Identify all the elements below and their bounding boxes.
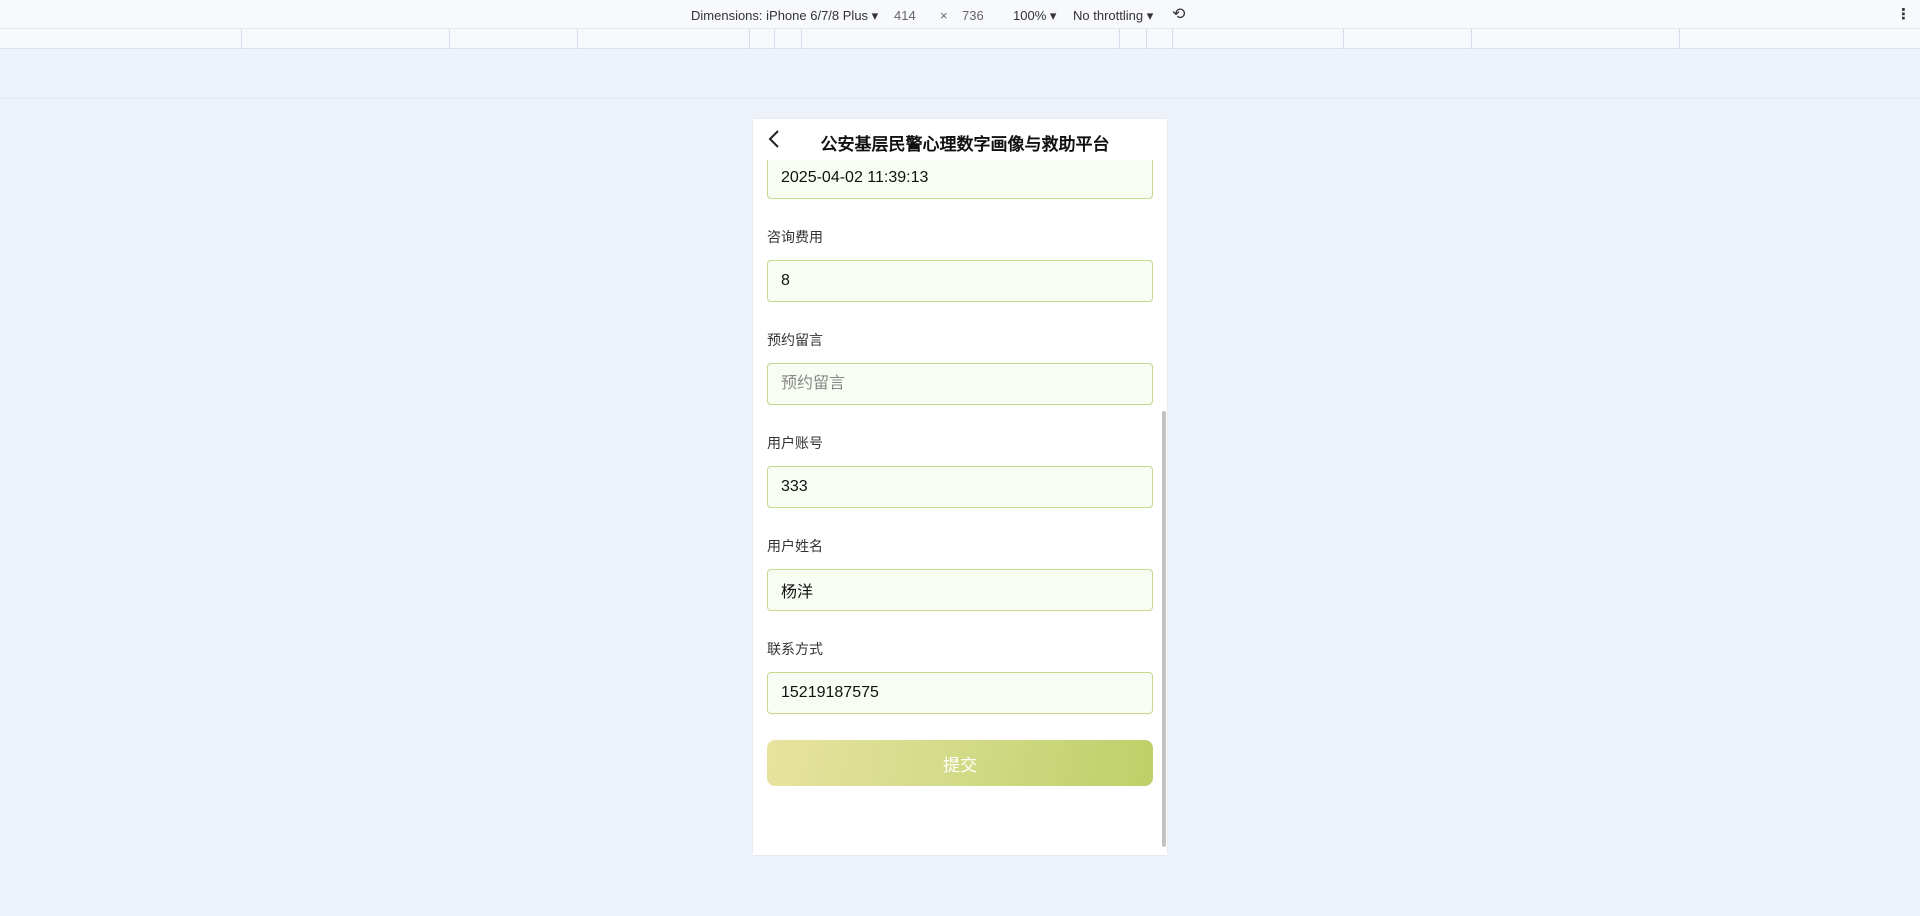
ruler-gutter — [0, 49, 1920, 99]
throttling-select[interactable]: No throttling ▾ — [1073, 8, 1153, 24]
more-vert-icon[interactable]: ⋮ — [1896, 5, 1911, 23]
field-label: 联系方式 — [767, 641, 823, 657]
devtools-device-toolbar: Dimensions: iPhone 6/7/8 Plus ▾ 414 × 73… — [0, 0, 1920, 29]
rotate-icon[interactable]: ⟲ — [1172, 4, 1185, 24]
user-name-field[interactable] — [767, 569, 1153, 611]
device-select[interactable]: Dimensions: iPhone 6/7/8 Plus ▾ — [691, 8, 878, 24]
field-label: 预约留言 — [767, 332, 823, 348]
field-label: 用户账号 — [767, 435, 823, 451]
width-input[interactable]: 414 — [894, 8, 916, 23]
times-sign: × — [940, 8, 948, 23]
user-account-field[interactable] — [767, 466, 1153, 508]
appointment-message-field[interactable] — [767, 363, 1153, 405]
media-query-ruler[interactable] — [0, 29, 1920, 49]
submit-button[interactable]: 提交 — [767, 740, 1153, 786]
appointment-time-field[interactable] — [767, 157, 1153, 199]
scrollbar-thumb[interactable] — [1162, 411, 1166, 847]
field-label: 用户姓名 — [767, 538, 823, 554]
height-input[interactable]: 736 — [962, 8, 984, 23]
field-label: 咨询费用 — [767, 229, 823, 245]
app-header: 公安基层民警心理数字画像与救助平台 — [753, 119, 1167, 160]
zoom-select[interactable]: 100% ▾ — [1013, 8, 1056, 24]
consult-fee-field[interactable] — [767, 260, 1153, 302]
page-title: 公安基层民警心理数字画像与救助平台 — [820, 135, 1110, 154]
device-viewport: 公安基层民警心理数字画像与救助平台 咨询费用 预约留言 用户账号 用户姓名 联系… — [753, 119, 1167, 855]
contact-field[interactable] — [767, 672, 1153, 714]
